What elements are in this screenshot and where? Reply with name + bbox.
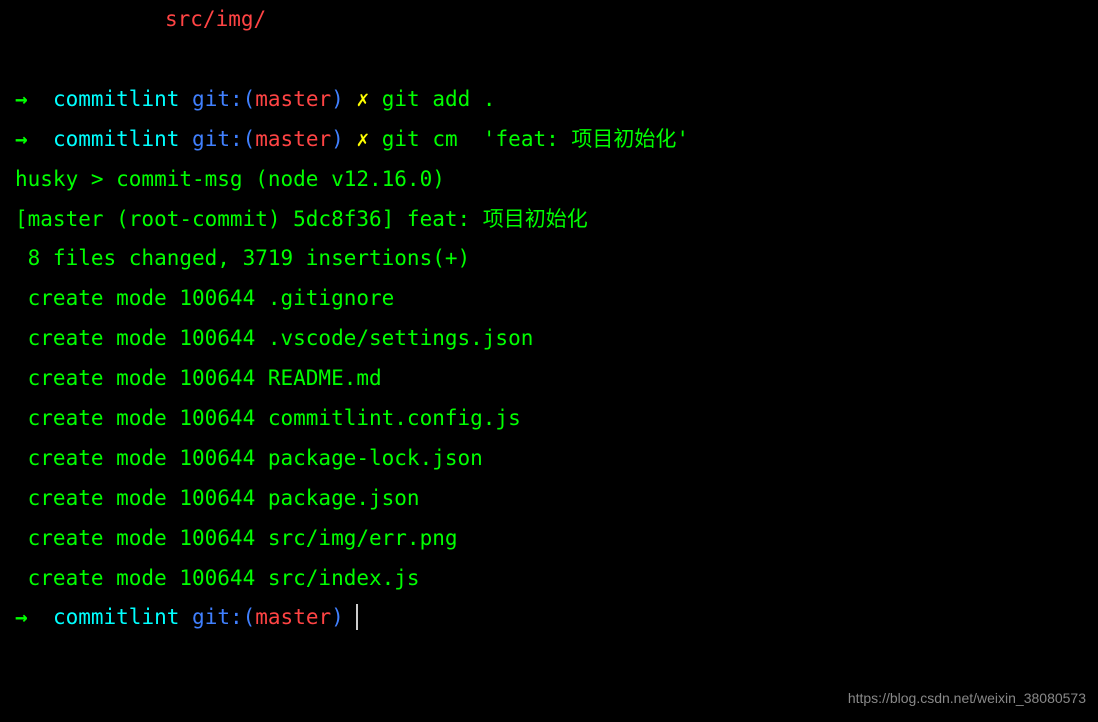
commit-header: [master (root-commit) 5dc8f36] feat: 项目初…: [15, 200, 1083, 240]
file-line: create mode 100644 src/img/err.png: [15, 519, 1083, 559]
prompt-line-2: → commitlint git:(master) ✗ git cm 'feat…: [15, 120, 1083, 160]
blank-line: [15, 40, 1083, 80]
dirty-icon: ✗: [356, 127, 369, 151]
husky-output: husky > commit-msg (node v12.16.0): [15, 160, 1083, 200]
output-line: src/img/: [15, 0, 1083, 40]
git-prefix: git:(: [192, 87, 255, 111]
arrow-icon: →: [15, 87, 28, 111]
folder-name: commitlint: [53, 605, 179, 629]
file-line: create mode 100644 .vscode/settings.json: [15, 319, 1083, 359]
git-prefix: git:(: [192, 605, 255, 629]
git-suffix: ): [331, 127, 344, 151]
file-line: create mode 100644 README.md: [15, 359, 1083, 399]
file-line: create mode 100644 commitlint.config.js: [15, 399, 1083, 439]
watermark-text: https://blog.csdn.net/weixin_38080573: [848, 685, 1086, 712]
file-line: create mode 100644 .gitignore: [15, 279, 1083, 319]
summary-line: 8 files changed, 3719 insertions(+): [15, 239, 1083, 279]
file-line: create mode 100644 src/index.js: [15, 559, 1083, 599]
prompt-line-3[interactable]: → commitlint git:(master): [15, 598, 1083, 638]
folder-name: commitlint: [53, 127, 179, 151]
git-suffix: ): [331, 87, 344, 111]
prompt-line-1: → commitlint git:(master) ✗ git add .: [15, 80, 1083, 120]
branch-name: master: [255, 605, 331, 629]
dirty-icon: ✗: [356, 87, 369, 111]
command-text: git cm 'feat: 项目初始化': [382, 127, 689, 151]
arrow-icon: →: [15, 127, 28, 151]
file-line: create mode 100644 package-lock.json: [15, 439, 1083, 479]
branch-name: master: [255, 87, 331, 111]
git-suffix: ): [331, 605, 344, 629]
command-text: git add .: [382, 87, 496, 111]
folder-name: commitlint: [53, 87, 179, 111]
terminal-window[interactable]: src/img/ → commitlint git:(master) ✗ git…: [0, 0, 1098, 638]
path-text: src/img/: [165, 7, 266, 31]
cursor-icon: [356, 604, 358, 630]
git-prefix: git:(: [192, 127, 255, 151]
branch-name: master: [255, 127, 331, 151]
arrow-icon: →: [15, 605, 28, 629]
file-line: create mode 100644 package.json: [15, 479, 1083, 519]
